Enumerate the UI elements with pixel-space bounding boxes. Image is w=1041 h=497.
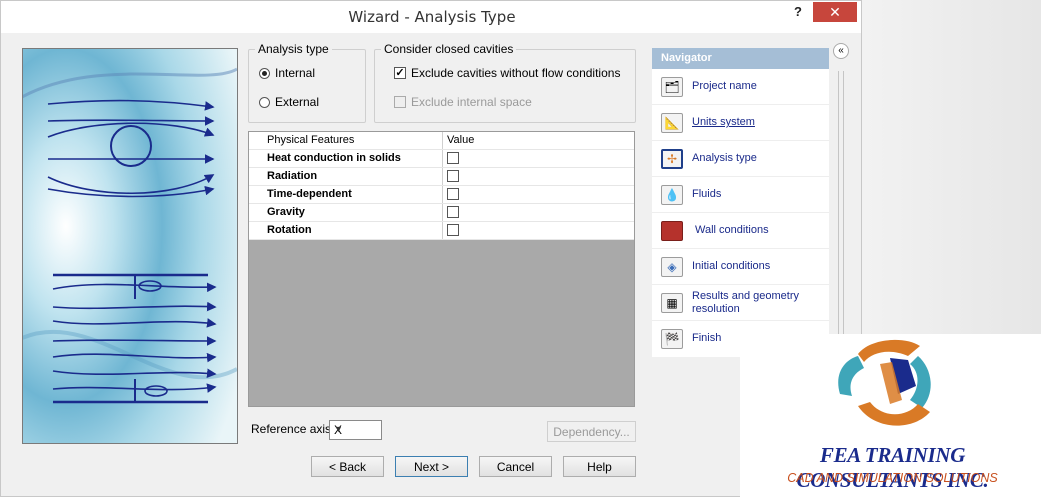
exclude-internal-label: Exclude internal space — [411, 95, 532, 109]
nav-item-label: Initial conditions — [692, 260, 771, 272]
title-bar: Wizard - Analysis Type ? ✕ — [1, 1, 861, 33]
nav-item-label: Results and geometry resolution — [692, 290, 799, 315]
help-icon[interactable]: ? — [787, 4, 809, 24]
nav-item-project-name[interactable]: 🗂 Project name — [652, 69, 829, 105]
nav-item-wall-conditions[interactable]: Wall conditions — [652, 213, 829, 249]
value-cell — [442, 150, 634, 167]
navigator-scrollbar[interactable] — [838, 71, 844, 341]
dependency-button: Dependency... — [547, 421, 636, 442]
close-button[interactable]: ✕ — [813, 2, 857, 22]
nav-item-fluids[interactable]: 💧 Fluids — [652, 177, 829, 213]
table-row: Gravity — [249, 204, 634, 222]
nav-item-results-resolution[interactable]: ▦ Results and geometry resolution — [652, 285, 829, 321]
rotation-checkbox[interactable] — [447, 224, 459, 236]
table-row: Time-dependent — [249, 186, 634, 204]
analysis-type-icon: ✢ — [661, 149, 683, 169]
header-value-cell: Value — [442, 132, 634, 149]
header-physical-features: Physical Features — [267, 134, 355, 146]
radio-internal-indicator[interactable] — [259, 67, 270, 79]
value-cell — [442, 186, 634, 203]
company-logo: FEA TRAINING CONSULTANTS INC. CAD AND SI… — [740, 334, 1041, 497]
radiation-checkbox[interactable] — [447, 170, 459, 182]
heat-conduction-checkbox[interactable] — [447, 152, 459, 164]
radio-external-indicator[interactable] — [259, 96, 270, 108]
analysis-type-legend: Analysis type — [255, 42, 332, 56]
value-cell — [442, 204, 634, 221]
table-header-row: Physical Features Value — [249, 132, 634, 150]
exclude-internal-checkbox: Exclude internal space — [394, 95, 532, 109]
value-cell — [442, 222, 634, 239]
closed-cavities-legend: Consider closed cavities — [381, 42, 517, 56]
nav-item-units-system[interactable]: 📐 Units system — [652, 105, 829, 141]
wizard-window: Wizard - Analysis Type ? ✕ Analysis type… — [0, 0, 862, 497]
logo-tagline: CAD AND SIMULATION SOLUTIONS — [787, 471, 998, 485]
back-button[interactable]: < Back — [311, 456, 384, 477]
checkered-flag-icon: 🏁 — [661, 329, 683, 349]
nav-item-label: Project name — [692, 80, 757, 92]
feature-rotation: Rotation — [267, 224, 312, 236]
exclude-no-flow-checkbox[interactable]: ✓ Exclude cavities without flow conditio… — [394, 66, 620, 80]
feature-radiation: Radiation — [267, 170, 318, 182]
help-button[interactable]: Help — [563, 456, 636, 477]
project-name-icon: 🗂 — [661, 77, 683, 97]
table-row: Heat conduction in solids — [249, 150, 634, 168]
radio-external[interactable]: External — [259, 95, 319, 109]
closed-cavities-group: Consider closed cavities — [374, 42, 636, 123]
cancel-button[interactable]: Cancel — [479, 456, 552, 477]
analysis-type-group: Analysis type — [248, 42, 366, 123]
nav-item-label: Fluids — [692, 188, 722, 200]
logo-emblem — [838, 339, 931, 426]
physical-features-table: Physical Features Value Heat conduction … — [248, 131, 635, 407]
flow-illustration — [23, 49, 237, 443]
reference-axis-label: Reference axis: — [251, 422, 335, 436]
feature-heat-conduction: Heat conduction in solids — [267, 152, 401, 164]
value-cell — [442, 168, 634, 185]
next-button[interactable]: Next > — [395, 456, 468, 477]
nav-item-label: Finish — [692, 332, 722, 344]
radio-external-label: External — [275, 95, 320, 109]
navigator-panel: Navigator 🗂 Project name 📐 Units system … — [652, 48, 829, 357]
logo-company-name: FEA TRAINING CONSULTANTS INC. — [796, 443, 989, 492]
header-value: Value — [447, 134, 475, 146]
exclude-no-flow-label: Exclude cavities without flow conditions — [411, 66, 621, 80]
collapse-navigator-icon[interactable]: « — [833, 43, 849, 59]
reference-axis-select[interactable]: X ▼ — [329, 420, 382, 440]
nav-item-analysis-type[interactable]: ✢ Analysis type — [652, 141, 829, 177]
feature-gravity: Gravity — [267, 206, 305, 218]
units-system-icon: 📐 — [661, 113, 683, 133]
nav-item-label: Analysis type — [692, 152, 757, 164]
nav-item-initial-conditions[interactable]: ◈ Initial conditions — [652, 249, 829, 285]
feature-time-dependent: Time-dependent — [267, 188, 352, 200]
nav-item-label: Wall conditions — [695, 224, 769, 236]
nav-item-label: Units system — [692, 116, 755, 128]
fluids-icon: 💧 — [661, 185, 683, 205]
exclude-internal-box — [394, 96, 406, 108]
radio-internal-label: Internal — [275, 66, 316, 80]
table-row: Radiation — [249, 168, 634, 186]
analysis-illustration — [22, 48, 238, 444]
initial-conditions-icon: ◈ — [661, 257, 683, 277]
gravity-checkbox[interactable] — [447, 206, 459, 218]
grid-icon: ▦ — [661, 293, 683, 313]
chevron-down-icon: ▼ — [334, 424, 343, 434]
window-title: Wizard - Analysis Type — [348, 8, 516, 26]
time-dependent-checkbox[interactable] — [447, 188, 459, 200]
checkmark-icon[interactable]: ✓ — [394, 67, 406, 79]
radio-internal[interactable]: Internal — [259, 66, 315, 80]
wall-conditions-icon — [661, 221, 683, 241]
navigator-title: Navigator — [652, 48, 829, 69]
table-row: Rotation — [249, 222, 634, 240]
